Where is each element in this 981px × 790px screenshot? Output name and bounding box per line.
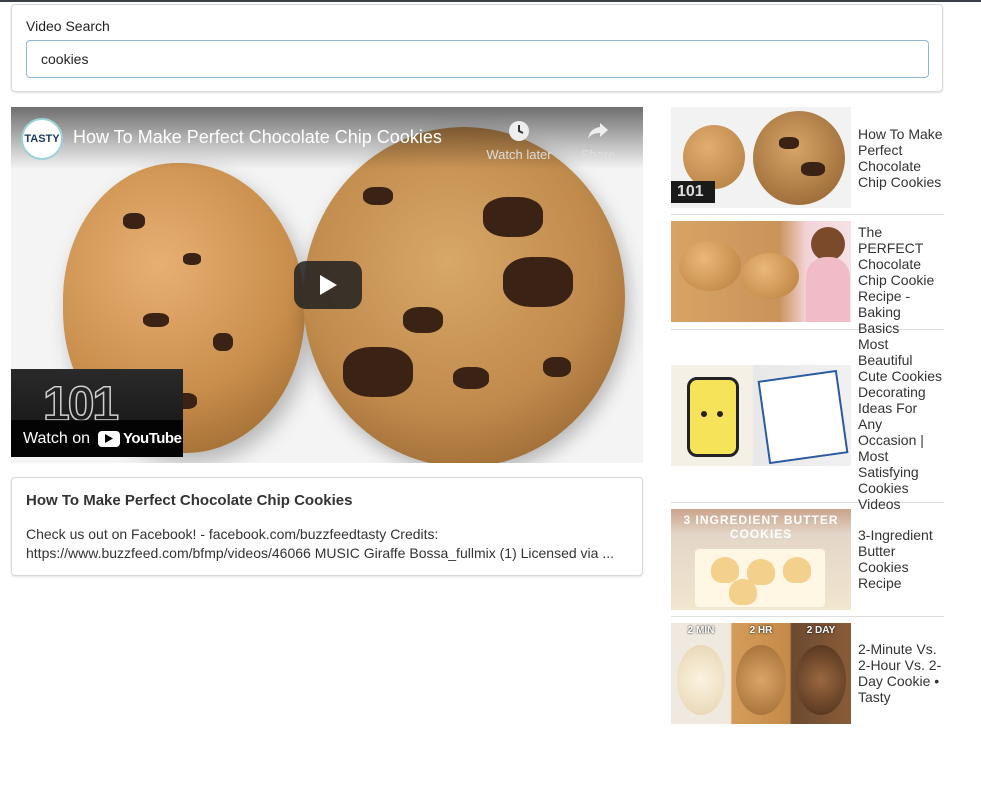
watch-on-youtube-link[interactable]: Watch on YouTube — [11, 420, 183, 457]
video-list-title[interactable]: Most Beautiful Cute Cookies Decorating I… — [858, 336, 944, 512]
thumb-101-badge: 101 — [671, 181, 715, 203]
video-list-item[interactable]: 3 INGREDIENT BUTTER COOKIES 3-Ingredient… — [671, 503, 944, 617]
share-arrow-icon — [588, 123, 608, 139]
video-thumbnail[interactable]: 2 MIN 2 HR 2 DAY — [671, 623, 851, 724]
video-thumbnail[interactable] — [671, 365, 851, 466]
video-list-title[interactable]: 2-Minute Vs. 2-Hour Vs. 2-Day Cookie • T… — [858, 641, 944, 705]
video-detail-card: How To Make Perfect Chocolate Chip Cooki… — [11, 477, 643, 576]
thumb-caption: 3 INGREDIENT BUTTER COOKIES — [683, 513, 839, 541]
search-panel: Video Search — [11, 4, 943, 92]
video-player[interactable]: TASTY How To Make Perfect Chocolate Chip… — [11, 107, 643, 463]
search-label: Video Search — [26, 18, 110, 34]
play-icon — [320, 275, 337, 295]
detail-title: How To Make Perfect Chocolate Chip Cooki… — [26, 492, 353, 509]
video-thumbnail[interactable] — [671, 221, 851, 322]
video-thumbnail[interactable]: 3 INGREDIENT BUTTER COOKIES — [671, 509, 851, 610]
video-thumbnail[interactable]: 101 — [671, 107, 851, 208]
play-button[interactable] — [294, 261, 362, 309]
watch-later-label: Watch later — [486, 147, 552, 162]
watch-on-label: Watch on — [23, 429, 90, 447]
player-video-title[interactable]: How To Make Perfect Chocolate Chip Cooki… — [73, 127, 442, 148]
video-list-item[interactable]: 2 MIN 2 HR 2 DAY 2-Minute Vs. 2-Hour Vs.… — [671, 617, 944, 727]
detail-description: Check us out on Facebook! - facebook.com… — [26, 526, 614, 561]
video-list-title[interactable]: The PERFECT Chocolate Chip Cookie Recipe… — [858, 224, 944, 336]
video-list-title[interactable]: 3-Ingredient Butter Cookies Recipe — [858, 527, 944, 591]
thumb-label-2min: 2 MIN — [687, 625, 715, 636]
video-list-item[interactable]: The PERFECT Chocolate Chip Cookie Recipe… — [671, 215, 944, 336]
share-button[interactable]: Share — [576, 119, 620, 162]
clock-icon — [509, 121, 529, 141]
search-input[interactable] — [26, 40, 929, 78]
watch-later-button[interactable]: Watch later — [482, 119, 556, 162]
top-border — [0, 0, 981, 2]
youtube-logo: YouTube — [98, 430, 182, 447]
video-list-item[interactable]: 101 How To Make Perfect Chocolate Chip C… — [671, 107, 944, 215]
share-label: Share — [580, 147, 616, 162]
youtube-wordmark: YouTube — [123, 430, 182, 447]
thumb-label-2day: 2 DAY — [806, 625, 836, 636]
video-list-title[interactable]: How To Make Perfect Chocolate Chip Cooki… — [858, 126, 944, 190]
channel-avatar[interactable]: TASTY — [21, 118, 63, 160]
video-list-item[interactable]: Most Beautiful Cute Cookies Decorating I… — [671, 330, 944, 512]
youtube-play-icon — [98, 430, 120, 447]
thumb-label-2hr: 2 HR — [749, 625, 773, 636]
